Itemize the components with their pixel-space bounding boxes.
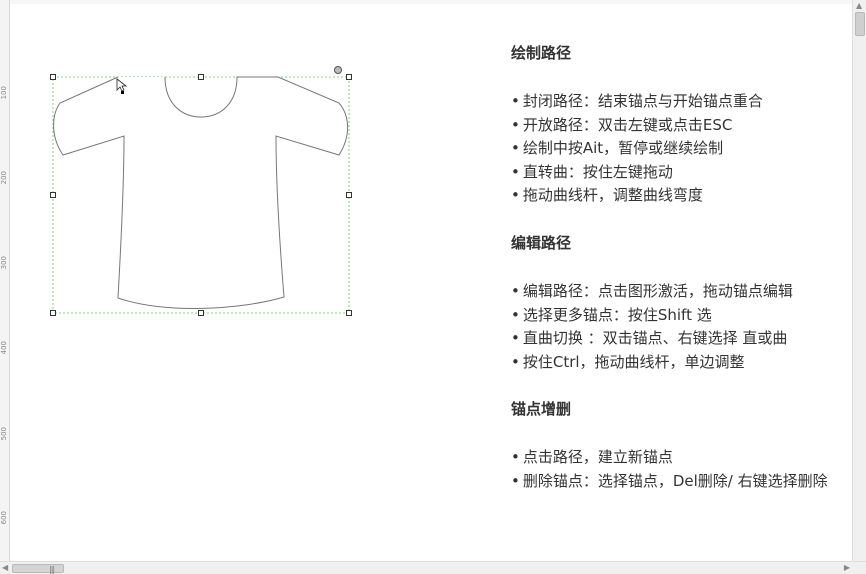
section-title-draw-path: 绘制路径 bbox=[511, 44, 572, 62]
list-item: • 拖动曲线杆，调整曲线弯度 bbox=[511, 186, 703, 205]
instruction-panel: 绘制路径 • 封闭路径：结束锚点与开始锚点重合 • 开放路径：双击左键或点击ESC … bbox=[511, 42, 851, 494]
section-title-edit-path: 编辑路径 bbox=[511, 233, 572, 252]
resize-handle-left[interactable] bbox=[50, 192, 56, 198]
scroll-grip-icon: ||| bbox=[49, 565, 55, 574]
resize-handle-top-right[interactable] bbox=[346, 74, 352, 80]
vertical-scrollbar[interactable]: ▲ bbox=[852, 0, 866, 562]
resize-handle-top[interactable] bbox=[198, 74, 204, 80]
scroll-right-icon[interactable]: ▶ bbox=[844, 563, 850, 573]
resize-handle-bottom[interactable] bbox=[198, 310, 204, 316]
section-title-anchor-add-delete: 锚点增删 bbox=[511, 400, 572, 419]
list-item: • 直曲切换 ：双击锚点、右键选择 直或曲 bbox=[511, 329, 788, 348]
rotate-handle-icon[interactable] bbox=[334, 66, 342, 74]
vertical-scroll-thumb[interactable] bbox=[855, 12, 865, 36]
list-item: • 点击路径，建立新锚点 bbox=[511, 448, 673, 467]
list-item: • 删除锚点：选择锚点，Del删除/ 右键选择删除 bbox=[511, 471, 828, 490]
scroll-left-icon[interactable]: ◀ bbox=[2, 563, 8, 573]
list-item: • 开放路径：双击左键或点击ESC bbox=[511, 115, 733, 134]
resize-handle-right[interactable] bbox=[346, 192, 352, 198]
horizontal-scroll-thumb[interactable]: ||| bbox=[12, 564, 64, 574]
list-item: • 绘制中按Ait，暂停或继续绘制 bbox=[511, 139, 724, 158]
list-item: • 直转曲：按住左键拖动 bbox=[511, 162, 673, 181]
resize-handle-bottom-right[interactable] bbox=[346, 310, 352, 316]
list-item: • 封闭路径：结束锚点与开始锚点重合 bbox=[511, 92, 763, 110]
list-item: • 选择更多锚点：按住Shift 选 bbox=[511, 305, 712, 324]
horizontal-scrollbar[interactable]: ◀ ||| ▶ bbox=[0, 561, 866, 574]
list-item: • 编辑路径：点击图形激活，拖动锚点编辑 bbox=[511, 281, 793, 300]
tshirt-shape[interactable] bbox=[53, 76, 349, 309]
scroll-up-icon[interactable]: ▲ bbox=[856, 1, 862, 11]
resize-handle-bottom-left[interactable] bbox=[50, 310, 56, 316]
list-item: • 按住Ctrl，拖动曲线杆，单边调整 bbox=[511, 352, 745, 371]
resize-handle-top-left[interactable] bbox=[50, 74, 56, 80]
